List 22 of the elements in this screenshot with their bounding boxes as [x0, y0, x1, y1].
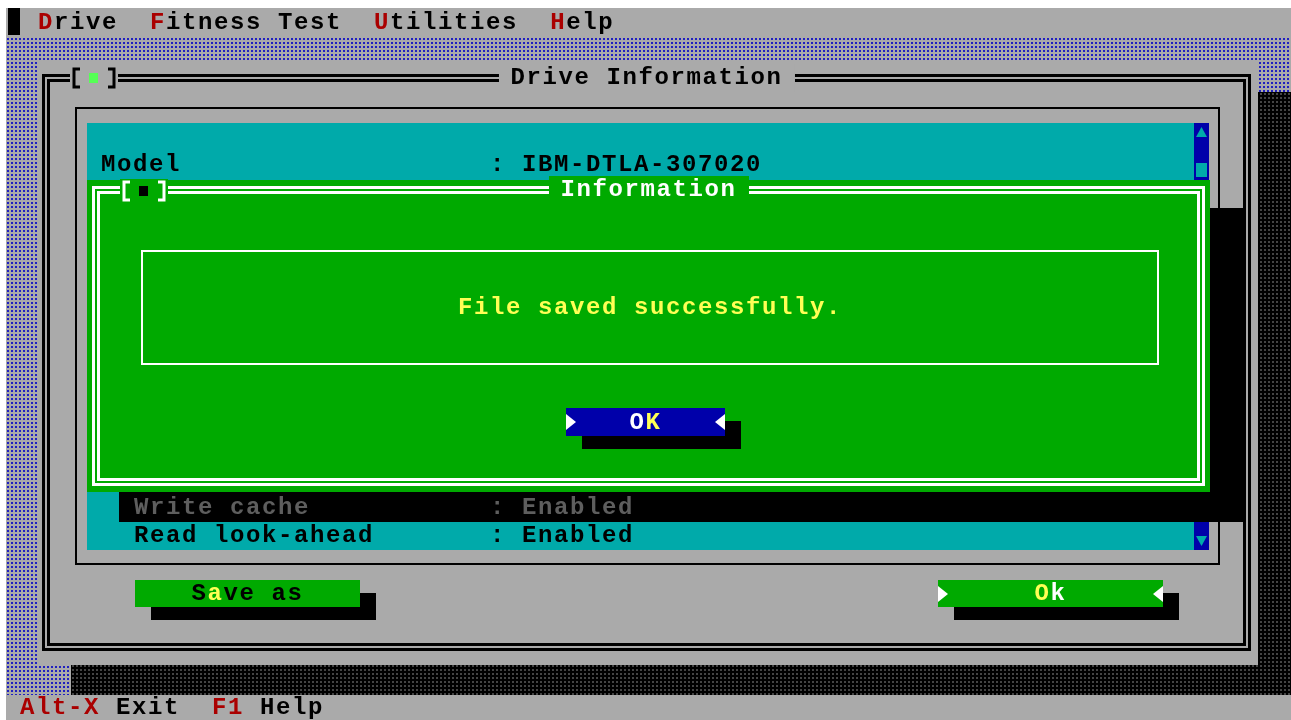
pointer-right-icon: [938, 584, 948, 604]
pointer-left-icon: [1153, 584, 1163, 604]
row-label: Write cache: [134, 494, 312, 522]
row-label: Read look-ahead: [134, 522, 376, 550]
status-hint[interactable]: Alt-X Exit: [20, 695, 181, 720]
close-icon: [72, 67, 116, 89]
pointer-right-icon: [566, 412, 576, 432]
row-value: : IBM-DTLA-307020: [490, 151, 763, 178]
row-label: Model: [101, 151, 182, 179]
status-hint[interactable]: F1 Help: [212, 695, 325, 720]
menu-item[interactable]: U tilities: [374, 8, 519, 37]
pointer-left-icon: [715, 412, 725, 432]
close-button[interactable]: [120, 179, 168, 203]
row-value: : Enabled: [490, 522, 635, 550]
message-text: File saved successfully.: [457, 294, 843, 321]
cursor-block: [8, 8, 20, 35]
menu-item[interactable]: Drive: [38, 8, 119, 37]
close-icon: [122, 180, 166, 202]
menu-item[interactable]: Fitness Test: [150, 8, 343, 37]
menu-item[interactable]: Help: [550, 8, 615, 37]
scrollbar-thumb[interactable]: [1196, 163, 1207, 177]
row-value: : Enabled: [490, 494, 635, 522]
